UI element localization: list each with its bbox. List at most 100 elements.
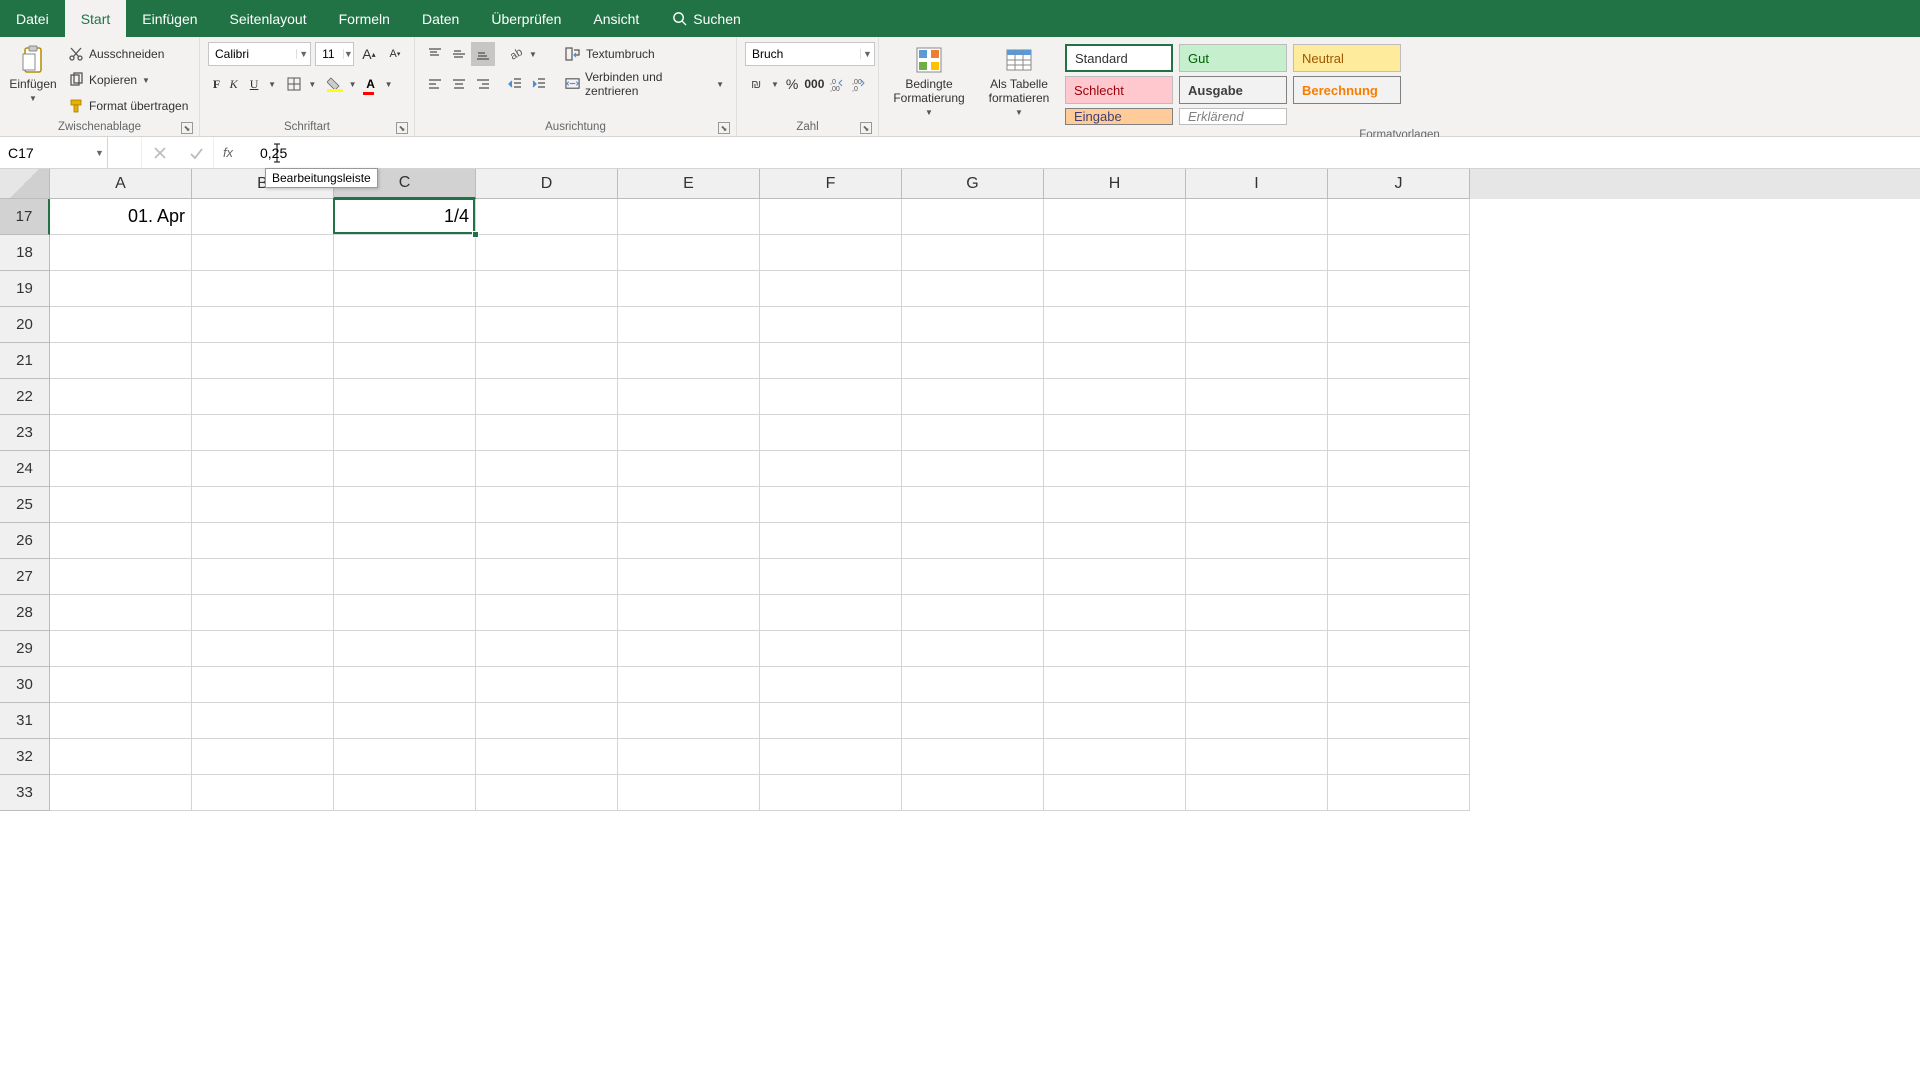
cell-D19[interactable] <box>476 271 618 307</box>
cell-G20[interactable] <box>902 307 1044 343</box>
cell-C29[interactable] <box>334 631 476 667</box>
cell-B17[interactable] <box>192 199 334 235</box>
cell-J17[interactable] <box>1328 199 1470 235</box>
cell-H30[interactable] <box>1044 667 1186 703</box>
cell-C30[interactable] <box>334 667 476 703</box>
cell-A29[interactable] <box>50 631 192 667</box>
cell-D32[interactable] <box>476 739 618 775</box>
tab-start[interactable]: Start <box>65 0 127 37</box>
column-header-I[interactable]: I <box>1186 169 1328 199</box>
cell-J25[interactable] <box>1328 487 1470 523</box>
cell-B30[interactable] <box>192 667 334 703</box>
cell-B18[interactable] <box>192 235 334 271</box>
cell-F19[interactable] <box>760 271 902 307</box>
cell-B27[interactable] <box>192 559 334 595</box>
cell-G18[interactable] <box>902 235 1044 271</box>
cell-B26[interactable] <box>192 523 334 559</box>
copy-button[interactable]: Kopieren ▼ <box>64 68 192 92</box>
conditional-formatting-button[interactable]: Bedingte Formatierung ▼ <box>883 42 975 119</box>
cell-H25[interactable] <box>1044 487 1186 523</box>
cell-A32[interactable] <box>50 739 192 775</box>
orientation-button[interactable]: ab <box>503 42 527 66</box>
cell-H17[interactable] <box>1044 199 1186 235</box>
cell-G30[interactable] <box>902 667 1044 703</box>
cell-H20[interactable] <box>1044 307 1186 343</box>
format-painter-button[interactable]: Format übertragen <box>64 94 192 118</box>
cell-G24[interactable] <box>902 451 1044 487</box>
cell-H29[interactable] <box>1044 631 1186 667</box>
cell-D23[interactable] <box>476 415 618 451</box>
cell-C28[interactable] <box>334 595 476 631</box>
style-gut[interactable]: Gut <box>1179 44 1287 72</box>
cell-B24[interactable] <box>192 451 334 487</box>
cell-F17[interactable] <box>760 199 902 235</box>
cell-D31[interactable] <box>476 703 618 739</box>
row-header-22[interactable]: 22 <box>0 379 50 415</box>
row-header-24[interactable]: 24 <box>0 451 50 487</box>
cell-D20[interactable] <box>476 307 618 343</box>
cell-F33[interactable] <box>760 775 902 811</box>
cell-E17[interactable] <box>618 199 760 235</box>
underline-button[interactable]: U <box>242 72 266 96</box>
column-header-H[interactable]: H <box>1044 169 1186 199</box>
cell-G23[interactable] <box>902 415 1044 451</box>
cell-G28[interactable] <box>902 595 1044 631</box>
cell-H32[interactable] <box>1044 739 1186 775</box>
cell-E19[interactable] <box>618 271 760 307</box>
cell-E21[interactable] <box>618 343 760 379</box>
cell-C18[interactable] <box>334 235 476 271</box>
cell-D27[interactable] <box>476 559 618 595</box>
row-header-25[interactable]: 25 <box>0 487 50 523</box>
cell-B29[interactable] <box>192 631 334 667</box>
cell-A23[interactable] <box>50 415 192 451</box>
align-bottom-button[interactable] <box>471 42 495 66</box>
cell-I26[interactable] <box>1186 523 1328 559</box>
cell-C32[interactable] <box>334 739 476 775</box>
column-header-J[interactable]: J <box>1328 169 1470 199</box>
name-box-input[interactable] <box>0 145 92 161</box>
column-header-F[interactable]: F <box>760 169 902 199</box>
cell-D17[interactable] <box>476 199 618 235</box>
cell-I23[interactable] <box>1186 415 1328 451</box>
row-header-31[interactable]: 31 <box>0 703 50 739</box>
number-launcher[interactable]: ⬊ <box>860 122 872 134</box>
paste-button[interactable]: Einfügen ▼ <box>4 42 62 105</box>
column-header-A[interactable]: A <box>50 169 192 199</box>
align-right-button[interactable] <box>471 72 495 96</box>
cell-styles-gallery[interactable]: Standard Gut Neutral Schlecht Ausgabe Be… <box>1063 42 1403 127</box>
chevron-down-icon[interactable]: ▼ <box>347 72 359 96</box>
accounting-format-button[interactable]: ₪ <box>745 72 769 96</box>
insert-function-button[interactable]: fx <box>214 137 242 168</box>
cell-H26[interactable] <box>1044 523 1186 559</box>
cell-I28[interactable] <box>1186 595 1328 631</box>
cell-A26[interactable] <box>50 523 192 559</box>
cell-F27[interactable] <box>760 559 902 595</box>
cell-D28[interactable] <box>476 595 618 631</box>
cell-E18[interactable] <box>618 235 760 271</box>
cell-A27[interactable] <box>50 559 192 595</box>
borders-button[interactable] <box>282 72 306 96</box>
cell-J20[interactable] <box>1328 307 1470 343</box>
align-top-button[interactable] <box>423 42 447 66</box>
cell-F28[interactable] <box>760 595 902 631</box>
cell-G32[interactable] <box>902 739 1044 775</box>
font-name-input[interactable] <box>209 47 296 61</box>
tab-daten[interactable]: Daten <box>406 0 475 37</box>
cell-H33[interactable] <box>1044 775 1186 811</box>
decrease-decimal-button[interactable]: ,00,0 <box>848 72 870 96</box>
cell-G26[interactable] <box>902 523 1044 559</box>
cell-I29[interactable] <box>1186 631 1328 667</box>
cell-E31[interactable] <box>618 703 760 739</box>
enter-button[interactable] <box>178 137 214 168</box>
cell-B28[interactable] <box>192 595 334 631</box>
cell-E27[interactable] <box>618 559 760 595</box>
cell-A28[interactable] <box>50 595 192 631</box>
cell-B20[interactable] <box>192 307 334 343</box>
tab-ueberpruefen[interactable]: Überprüfen <box>475 0 577 37</box>
cell-E30[interactable] <box>618 667 760 703</box>
cell-I30[interactable] <box>1186 667 1328 703</box>
row-header-28[interactable]: 28 <box>0 595 50 631</box>
cell-I27[interactable] <box>1186 559 1328 595</box>
merge-center-button[interactable]: Verbinden und zentrieren ▼ <box>561 72 728 96</box>
cell-C19[interactable] <box>334 271 476 307</box>
